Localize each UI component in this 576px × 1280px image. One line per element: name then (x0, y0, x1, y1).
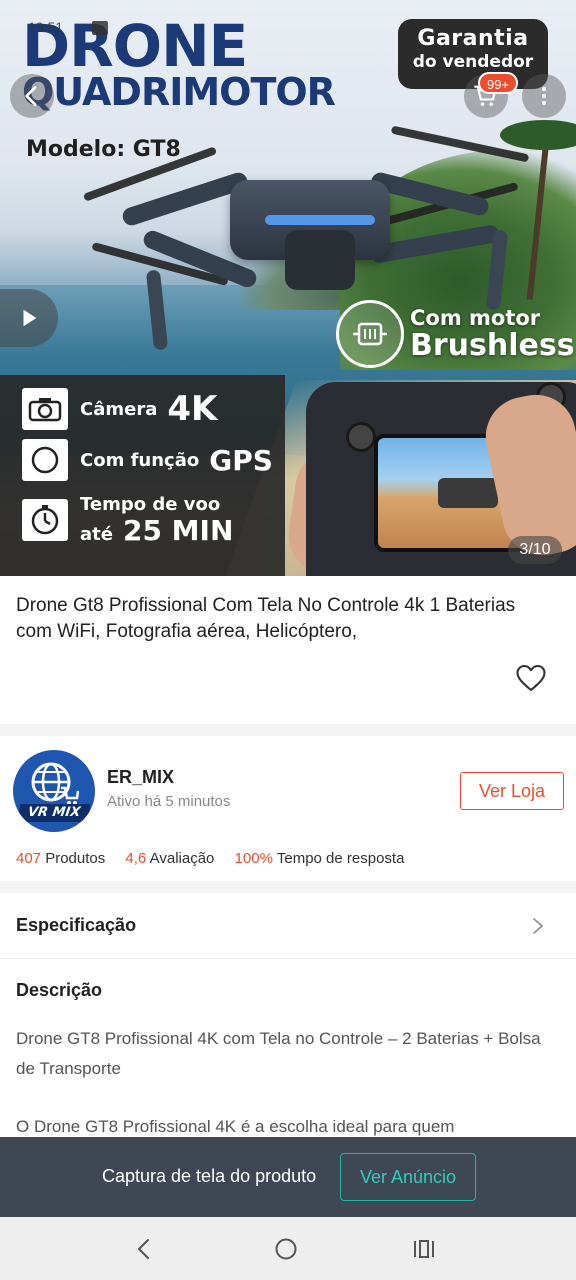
feature-panel: Câmera 4K Com função GPS Tempo de voo at… (0, 375, 285, 576)
product-page: DRONE QUADRIMOTOR Modelo: GT8 Garantia d… (0, 0, 576, 1280)
shop-logo-text: VR MIX (17, 804, 91, 822)
specification-row[interactable]: Especificação (0, 893, 576, 959)
feature-flight-time-label2: até (80, 524, 113, 545)
cart-badge: 99+ (478, 72, 518, 94)
hero-title-line1: DRONE (22, 12, 248, 80)
shop-name[interactable]: ER_MIX (107, 767, 174, 788)
brushless-motor-badge: Com motor Brushless (336, 300, 575, 368)
shop-logo[interactable]: VR MIX (13, 750, 95, 832)
system-navigation-bar (0, 1217, 576, 1280)
timer-icon (22, 499, 68, 541)
description-paragraph: O Drone GT8 Profissional 4K é a escolha … (16, 1117, 455, 1136)
nav-home-icon (275, 1238, 297, 1260)
status-time: 19:51 (28, 19, 64, 35)
section-divider (0, 881, 576, 893)
shop-stats: 407 Produtos 4,6 Avaliação 100% Tempo de… (16, 850, 404, 867)
nav-back-button[interactable] (128, 1233, 160, 1265)
back-button[interactable] (10, 74, 54, 118)
gps-icon (22, 439, 68, 481)
view-ad-button[interactable]: Ver Anúncio (340, 1153, 476, 1201)
description-paragraph: Drone GT8 Profissional 4K com Tela no Co… (16, 1029, 541, 1078)
description-section: Descrição Drone GT8 Profissional 4K com … (0, 960, 576, 1138)
response-label: Tempo de resposta (276, 850, 405, 867)
hero-title-line2: QUADRIMOTOR (22, 70, 336, 114)
section-divider (0, 724, 576, 736)
response-rate: 100% (234, 850, 273, 867)
more-options-button[interactable] (522, 74, 566, 118)
nav-recents-button[interactable] (408, 1233, 440, 1265)
more-vertical-icon (542, 87, 546, 105)
favorite-button[interactable] (513, 660, 549, 696)
rating-value: 4,6 (125, 850, 147, 867)
camera-icon (22, 388, 68, 430)
play-video-button[interactable] (0, 289, 58, 347)
specification-label: Especificação (16, 915, 137, 935)
shop-active-status: Ativo há 5 minutos (107, 793, 231, 810)
image-counter: 3/10 (508, 536, 562, 564)
description-heading: Descrição (16, 980, 103, 1000)
view-store-button[interactable]: Ver Loja (460, 772, 564, 810)
feature-gps-label: Com função (80, 449, 200, 471)
chevron-right-icon (533, 918, 544, 934)
shop-section: VR MIX ER_MIX Ativo há 5 minutos Ver Loj… (0, 736, 576, 881)
product-title-section: Drone Gt8 Profissional Com Tela No Contr… (0, 576, 576, 724)
feature-flight-time-value: 25 MIN (122, 514, 234, 547)
screenshot-capture-bar: Captura de tela do produto Ver Anúncio (0, 1137, 576, 1217)
feature-camera-value: 4K (167, 389, 218, 429)
product-title: Drone Gt8 Profissional Com Tela No Contr… (16, 595, 516, 642)
status-notification-icon (92, 21, 108, 35)
warranty-line2: do vendedor (412, 52, 534, 72)
nav-back-icon (138, 1239, 149, 1259)
hero-title: DRONE QUADRIMOTOR (22, 12, 336, 114)
rating-label: Avaliação (149, 850, 215, 867)
product-image-carousel[interactable]: DRONE QUADRIMOTOR Modelo: GT8 Garantia d… (0, 0, 576, 576)
capture-label: Captura de tela do produto (102, 1166, 317, 1186)
motor-line2: Brushless (410, 328, 575, 363)
motor-line1: Com motor (410, 306, 541, 330)
nav-recents-icon (414, 1240, 434, 1258)
feature-camera: Câmera 4K (22, 388, 217, 430)
products-label: Produtos (45, 850, 106, 867)
back-arrow-icon (25, 86, 37, 106)
nav-home-button[interactable] (270, 1233, 302, 1265)
motor-icon (336, 300, 404, 368)
warranty-line1: Garantia (417, 26, 529, 51)
feature-gps-value: GPS (209, 443, 273, 477)
globe-cart-icon (31, 762, 79, 805)
play-icon (23, 309, 37, 327)
feature-flight-time: Tempo de voo até 25 MIN (22, 492, 233, 548)
feature-gps: Com função GPS (22, 439, 273, 481)
products-count: 407 (16, 850, 42, 867)
heart-icon (516, 664, 546, 692)
feature-camera-label: Câmera (80, 398, 158, 420)
